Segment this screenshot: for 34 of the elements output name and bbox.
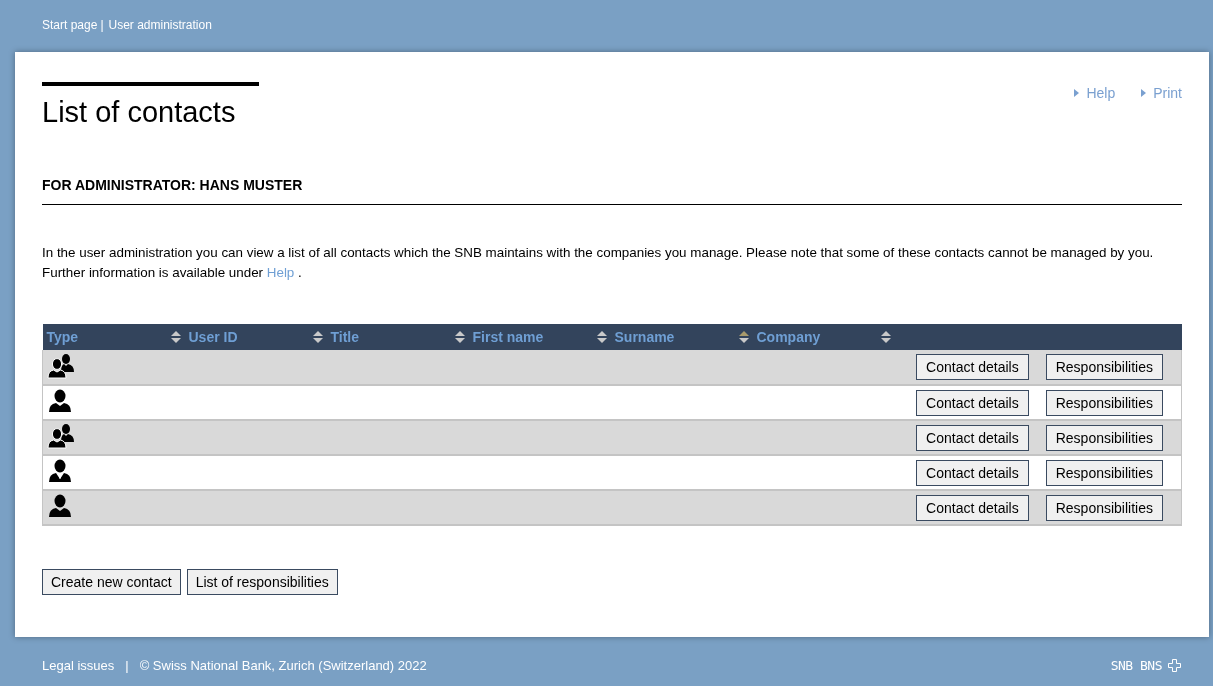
column-header[interactable]: Surname [614, 329, 675, 345]
contact-details-button[interactable]: Contact details [916, 354, 1029, 380]
sort-icon[interactable] [596, 331, 607, 343]
sort-icon[interactable] [880, 331, 891, 343]
responsibilities-button[interactable]: Responsibilities [1045, 354, 1163, 380]
column-header[interactable]: Type [46, 329, 79, 345]
triangle-icon [1141, 89, 1147, 97]
page-title: List of contacts [42, 96, 237, 129]
column-header[interactable]: First name [472, 329, 544, 345]
cross-icon [1168, 659, 1181, 672]
breadcrumb-separator: | [100, 18, 104, 32]
sort-icon[interactable] [738, 331, 749, 343]
responsibilities-button[interactable]: Responsibilities [1045, 389, 1163, 416]
responsibilities-button[interactable]: Responsibilities [1045, 494, 1163, 521]
contact-details-button[interactable]: Contact details [916, 494, 1029, 521]
footer-separator: | [125, 658, 129, 673]
column-header[interactable]: Title [330, 329, 360, 345]
responsibilities-button[interactable]: Responsibilities [1045, 424, 1163, 451]
column-header[interactable]: Company [756, 329, 821, 345]
contact-details-button[interactable]: Contact details [916, 424, 1029, 451]
intro-text: In the user administration you can view a list of all contacts which the SNB maintains with the companies you manage. Please note that some of these contacts cannot be managed by you. Further information is available under Help . [42, 244, 1155, 282]
column-header[interactable]: User ID [188, 329, 238, 345]
responsibilities-button[interactable]: Responsibilities [1045, 459, 1163, 486]
contact-details-button[interactable]: Contact details [916, 459, 1029, 486]
logo-text: SNB BNS [1110, 658, 1162, 673]
create-contact-button[interactable]: Create new contact [42, 569, 181, 595]
sort-icon[interactable] [454, 331, 465, 343]
sort-icon[interactable] [170, 331, 181, 343]
copyright-text: © Swiss National Bank, Zurich (Switzerland) 2022 [139, 658, 427, 673]
section-heading: FOR ADMINISTRATOR: HANS MUSTER [42, 177, 1182, 205]
contact-details-button[interactable]: Contact details [916, 389, 1029, 416]
sort-icon[interactable] [312, 331, 323, 343]
triangle-icon [1074, 89, 1080, 97]
responsibilities-list-button[interactable]: List of responsibilities [186, 569, 338, 595]
